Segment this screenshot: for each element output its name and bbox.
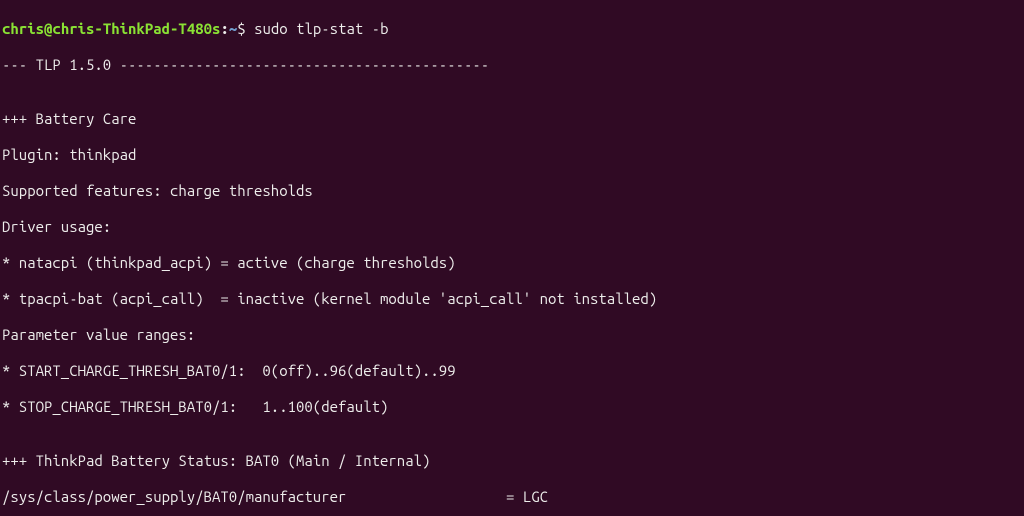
output-line: * STOP_CHARGE_THRESH_BAT0/1: 1..100(defa…: [2, 398, 1022, 416]
output-line: /sys/class/power_supply/BAT0/manufacture…: [2, 488, 1022, 506]
output-line: * START_CHARGE_THRESH_BAT0/1: 0(off)..96…: [2, 362, 1022, 380]
output-line: Supported features: charge thresholds: [2, 182, 1022, 200]
output-line: +++ ThinkPad Battery Status: BAT0 (Main …: [2, 452, 1022, 470]
output-line: Plugin: thinkpad: [2, 146, 1022, 164]
prompt-colon: :: [220, 20, 228, 37]
prompt-user: chris: [2, 20, 44, 37]
output-line: * natacpi (thinkpad_acpi) = active (char…: [2, 254, 1022, 272]
command-text: sudo tlp-stat -b: [254, 20, 388, 37]
output-line: --- TLP 1.5.0 --------------------------…: [2, 56, 1022, 74]
prompt-sep: $: [237, 20, 245, 37]
prompt-line: chris@chris-ThinkPad-T480s:~$ sudo tlp-s…: [2, 20, 1022, 38]
output-line: * tpacpi-bat (acpi_call) = inactive (ker…: [2, 290, 1022, 308]
prompt-host: chris-ThinkPad-T480s: [52, 20, 220, 37]
output-line: +++ Battery Care: [2, 110, 1022, 128]
output-line: Parameter value ranges:: [2, 326, 1022, 344]
output-line: Driver usage:: [2, 218, 1022, 236]
terminal[interactable]: chris@chris-ThinkPad-T480s:~$ sudo tlp-s…: [0, 0, 1024, 516]
prompt-path: ~: [229, 20, 237, 37]
